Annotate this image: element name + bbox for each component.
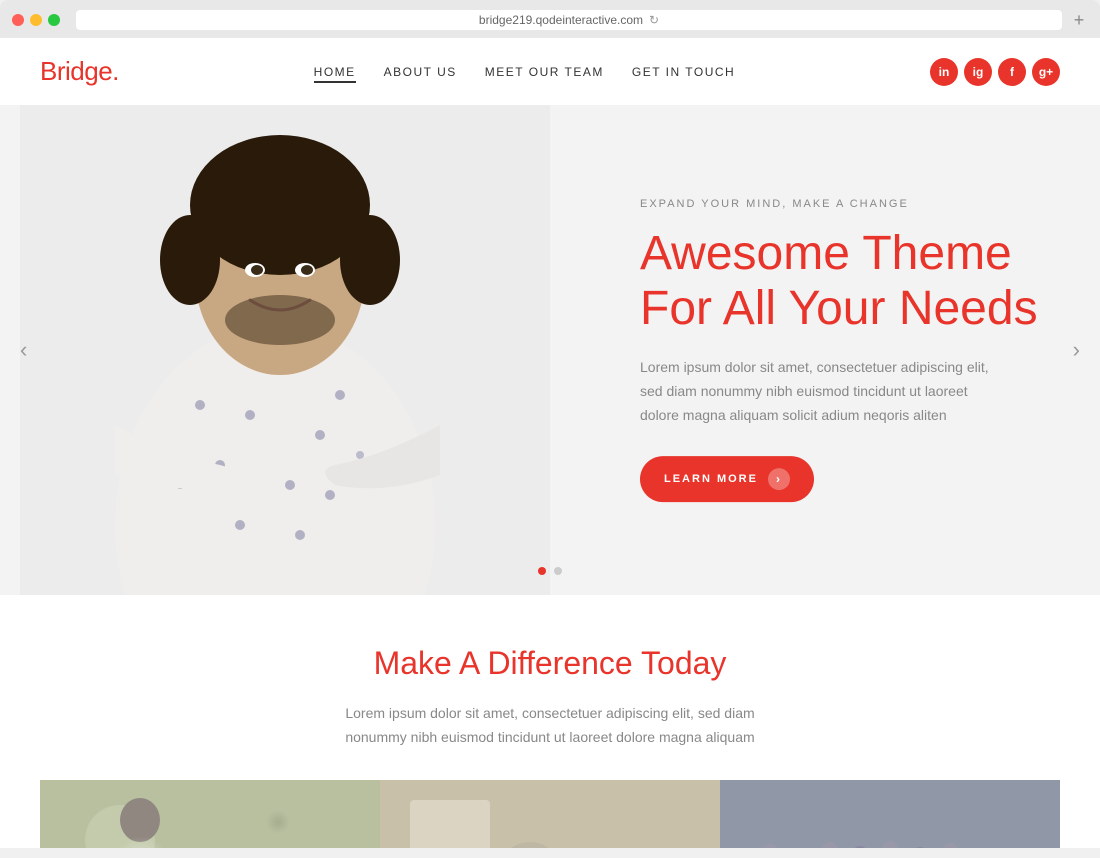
hero-photo-bg [20,105,550,595]
image-1 [40,780,380,848]
hero-subtitle: EXPAND YOUR MIND, MAKE A CHANGE [640,198,1060,210]
carousel-dot-2[interactable] [554,567,562,575]
carousel-dots [538,567,562,575]
social-icons: in ig f g+ [930,58,1060,86]
nav-links: HOME ABOUT US MEET OUR TEAM GET IN TOUCH [314,63,736,81]
image-card-3 [720,780,1060,848]
nav-item-home[interactable]: HOME [314,63,356,81]
hero-title: Awesome Theme For All Your Needs [640,226,1060,336]
section-title: Make A Difference Today [40,645,1060,682]
hero-image [20,105,550,595]
social-facebook[interactable]: f [998,58,1026,86]
hero-section: ‹ › EXPAND YOUR MIND, MAKE A CHANGE Awes… [0,105,1100,595]
minimize-button[interactable] [30,14,42,26]
arrow-icon: › [768,468,790,490]
browser-window: bridge219.qodeinteractive.com ↻ + [0,0,1100,38]
nav-item-team[interactable]: MEET OUR TEAM [485,63,604,81]
maximize-button[interactable] [48,14,60,26]
traffic-lights [12,14,60,26]
new-tab-button[interactable]: + [1070,11,1088,29]
carousel-dot-1[interactable] [538,567,546,575]
image-card-2 [380,780,720,848]
navbar: Bridge. HOME ABOUT US MEET OUR TEAM GET … [0,38,1100,105]
image-cards [40,780,1060,848]
image-2 [380,780,720,848]
address-bar[interactable]: bridge219.qodeinteractive.com ↻ [76,10,1062,30]
nav-link-about[interactable]: ABOUT US [384,65,457,79]
hero-description: Lorem ipsum dolor sit amet, consectetuer… [640,356,990,427]
carousel-next-button[interactable]: › [1063,327,1090,373]
refresh-icon[interactable]: ↻ [649,13,659,27]
image-2-svg [380,780,720,848]
image-card-1 [40,780,380,848]
nav-link-team[interactable]: MEET OUR TEAM [485,65,604,79]
section-description: Lorem ipsum dolor sit amet, consectetuer… [340,702,760,750]
nav-link-home[interactable]: HOME [314,65,356,83]
learn-more-button[interactable]: LEARN MORE › [640,456,814,502]
social-instagram[interactable]: ig [964,58,992,86]
hero-person-svg [20,105,550,595]
social-linkedin[interactable]: in [930,58,958,86]
close-button[interactable] [12,14,24,26]
site-logo[interactable]: Bridge. [40,56,119,87]
social-googleplus[interactable]: g+ [1032,58,1060,86]
nav-item-contact[interactable]: GET IN TOUCH [632,63,735,81]
browser-top-bar: bridge219.qodeinteractive.com ↻ + [0,10,1100,38]
hero-content: EXPAND YOUR MIND, MAKE A CHANGE Awesome … [640,198,1060,502]
image-3-svg [720,780,1060,848]
nav-link-contact[interactable]: GET IN TOUCH [632,65,735,79]
image-3 [720,780,1060,848]
image-1-svg [40,780,380,848]
url-text: bridge219.qodeinteractive.com [479,13,643,27]
learn-more-label: LEARN MORE [664,473,758,485]
nav-item-about[interactable]: ABOUT US [384,63,457,81]
main-section: Make A Difference Today Lorem ipsum dolo… [0,595,1100,848]
carousel-prev-button[interactable]: ‹ [10,327,37,373]
website-content: Bridge. HOME ABOUT US MEET OUR TEAM GET … [0,38,1100,848]
